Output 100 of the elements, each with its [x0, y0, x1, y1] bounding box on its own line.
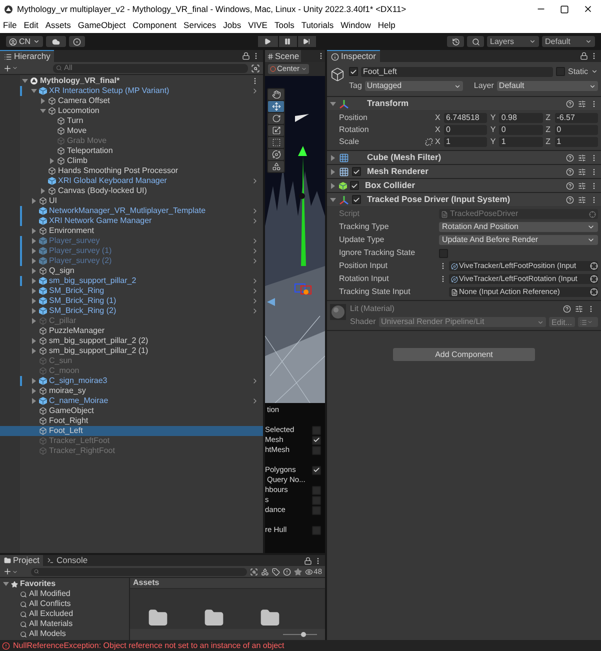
tool-button[interactable]	[268, 89, 284, 100]
menu-item[interactable]: Jobs	[223, 19, 242, 32]
favorite-item[interactable]: All Materials	[0, 619, 129, 629]
panel-tab[interactable]: Inspector	[327, 50, 380, 62]
number-field[interactable]: 0	[444, 125, 488, 135]
search-button[interactable]	[467, 36, 484, 47]
help-icon[interactable]	[566, 196, 574, 204]
folder-icon[interactable]	[260, 608, 280, 628]
layer-dropdown[interactable]: Default	[496, 81, 598, 91]
collapsed-arrow-icon[interactable]	[40, 98, 46, 104]
hierarchy-row[interactable]: XR Interaction Setup (MP Variant)	[0, 86, 263, 96]
menu-item[interactable]: File	[3, 19, 17, 32]
tool-button[interactable]	[268, 125, 284, 136]
play-button[interactable]	[258, 36, 278, 47]
lock-icon[interactable]	[304, 556, 312, 564]
help-icon[interactable]	[566, 100, 574, 108]
help-icon[interactable]	[566, 168, 574, 176]
checkbox[interactable]	[556, 67, 565, 76]
collapsed-arrow-icon[interactable]	[330, 182, 336, 188]
collapsed-arrow-icon[interactable]	[31, 388, 37, 394]
preset-icon[interactable]	[578, 154, 586, 162]
number-field[interactable]: 0	[499, 125, 543, 135]
hierarchy-row[interactable]: Locomotion	[0, 106, 263, 116]
collapsed-arrow-icon[interactable]	[31, 228, 37, 234]
hierarchy-row[interactable]: Canvas (Body-locked UI)	[0, 186, 263, 196]
dropdown[interactable]: Update And Before Render	[439, 235, 598, 245]
hierarchy-row[interactable]: Foot_Left	[0, 426, 263, 436]
hierarchy-row[interactable]: sm_big_support_pillar_2	[0, 276, 263, 286]
add-component-button[interactable]: Add Component	[393, 348, 535, 361]
preset-icon[interactable]	[575, 305, 583, 313]
hierarchy-row[interactable]: moirae_sy	[0, 386, 263, 396]
preset-icon[interactable]	[578, 100, 586, 108]
dropdown[interactable]: Rotation And Position	[439, 222, 598, 232]
help-icon[interactable]	[563, 305, 571, 313]
expanded-arrow-icon[interactable]	[22, 78, 28, 84]
collapsed-arrow-icon[interactable]	[31, 198, 37, 204]
checkbox[interactable]	[312, 506, 321, 514]
collapsed-arrow-icon[interactable]	[31, 298, 37, 304]
collapsed-arrow-icon[interactable]	[31, 278, 37, 284]
expanded-arrow-icon[interactable]	[3, 581, 9, 587]
checkbox[interactable]	[350, 181, 359, 190]
hierarchy-row[interactable]: Turn	[0, 116, 263, 126]
hierarchy-row[interactable]: Teleportation	[0, 146, 263, 156]
number-field[interactable]: 1	[499, 137, 543, 147]
collapsed-arrow-icon[interactable]	[330, 168, 336, 174]
checkbox[interactable]	[312, 496, 321, 504]
collapsed-arrow-icon[interactable]	[31, 348, 37, 354]
alert-filter-icon[interactable]	[282, 568, 291, 576]
number-field[interactable]: 1	[554, 137, 598, 147]
layers-dropdown[interactable]: Layers	[487, 36, 539, 47]
collapsed-arrow-icon[interactable]	[49, 158, 55, 164]
help-icon[interactable]	[566, 182, 574, 190]
number-field[interactable]: 0.98	[499, 113, 543, 123]
hierarchy-row[interactable]: SM_Brick_Ring (2)	[0, 306, 263, 316]
menu-item[interactable]: Tutorials	[301, 19, 334, 32]
open-prefab-icon[interactable]	[251, 377, 259, 385]
add-button[interactable]	[3, 64, 18, 72]
collapsed-arrow-icon[interactable]	[31, 268, 37, 274]
collapsed-arrow-icon[interactable]	[31, 288, 37, 294]
menu-item[interactable]: Help	[378, 19, 396, 32]
tool-button[interactable]	[268, 113, 284, 124]
account-dropdown[interactable]: CN	[6, 36, 43, 47]
panel-tab[interactable]: Console	[43, 555, 92, 566]
star-icon[interactable]	[294, 568, 302, 576]
menu-item[interactable]: GameObject	[78, 19, 126, 32]
pause-button[interactable]	[278, 36, 297, 47]
hierarchy-row[interactable]: GameObject	[0, 406, 263, 416]
hierarchy-row[interactable]: XRI Network Game Manager	[0, 216, 263, 226]
preset-icon[interactable]	[578, 182, 586, 190]
create-button[interactable]	[3, 567, 18, 576]
number-field[interactable]: -6.57	[554, 113, 598, 123]
collapsed-arrow-icon[interactable]	[40, 188, 46, 194]
hierarchy-row[interactable]: Hands Smoothing Post Processor	[0, 166, 263, 176]
cloud-button[interactable]	[46, 36, 66, 47]
menu-item[interactable]: VIVE	[248, 19, 268, 32]
hierarchy-row[interactable]: Move	[0, 126, 263, 136]
checkbox[interactable]	[312, 486, 321, 494]
hierarchy-row[interactable]: sm_big_support_pillar_2 (1)	[0, 346, 263, 356]
checkbox[interactable]	[349, 67, 358, 76]
search-field[interactable]	[31, 568, 247, 576]
number-field[interactable]: 6.748518	[444, 113, 488, 123]
hierarchy-row[interactable]: Camera Offset	[0, 96, 263, 106]
help-icon[interactable]	[566, 154, 574, 162]
layout-dropdown[interactable]: Default	[542, 36, 595, 47]
checkbox[interactable]	[352, 195, 361, 204]
hierarchy-row[interactable]: Foot_Right	[0, 416, 263, 426]
hierarchy-row[interactable]: Climb	[0, 156, 263, 166]
tag-dropdown[interactable]: Untagged	[364, 81, 463, 91]
target-icon[interactable]	[590, 288, 598, 296]
hierarchy-row[interactable]: C_sign_moirae3	[0, 376, 263, 386]
favorite-item[interactable]: All Conflicts	[0, 599, 129, 609]
hierarchy-row[interactable]: XRI Global Keyboard Manager	[0, 176, 263, 186]
folder-icon[interactable]	[148, 608, 168, 628]
hierarchy-row[interactable]: C_name_Moirae	[0, 396, 263, 406]
open-prefab-icon[interactable]	[251, 87, 259, 95]
checkbox[interactable]	[352, 167, 361, 176]
hierarchy-row[interactable]: Q_sign	[0, 266, 263, 276]
target-icon[interactable]	[590, 262, 598, 270]
favorite-item[interactable]: All Modified	[0, 589, 129, 599]
collapsed-arrow-icon[interactable]	[31, 338, 37, 344]
